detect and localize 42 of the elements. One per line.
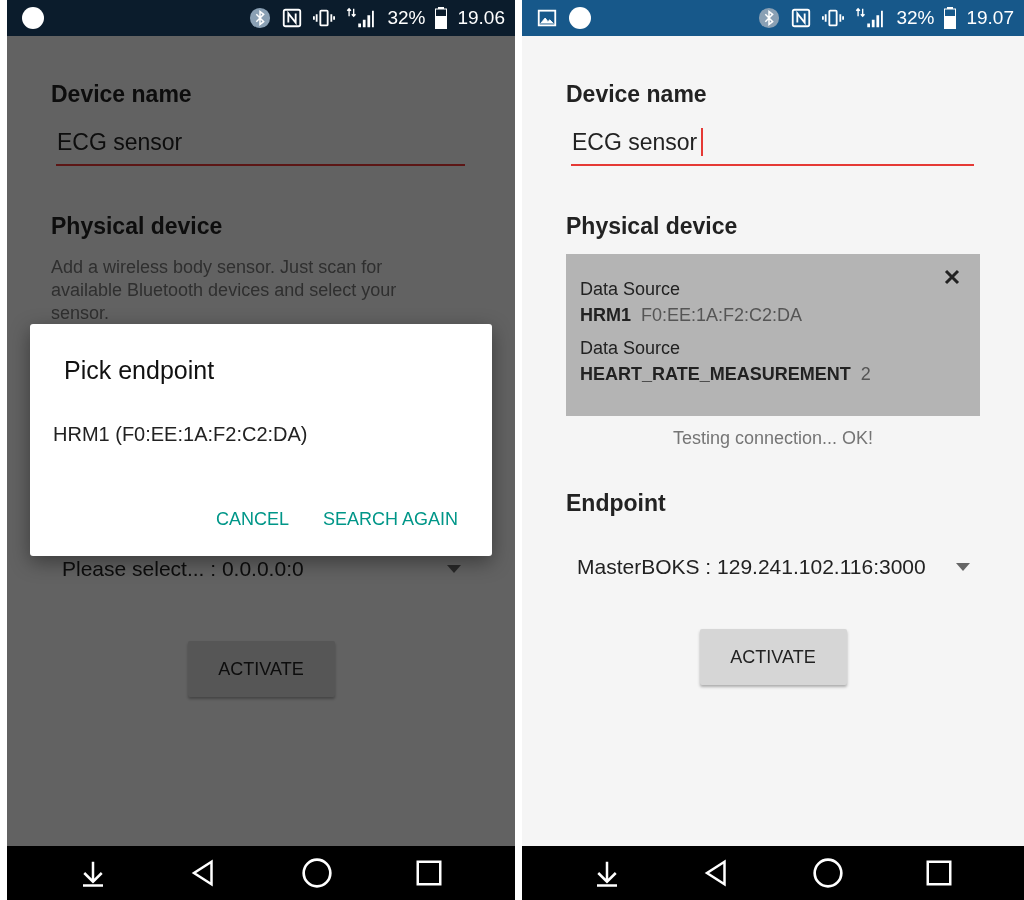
dialog-list-item[interactable]: HRM1 (F0:EE:1A:F2:C2:DA) xyxy=(53,423,458,446)
endpoint-dropdown[interactable]: MasterBOKS : 129.241.102.116:3000 xyxy=(566,555,980,579)
clock-time: 19.06 xyxy=(457,7,505,29)
recents-icon xyxy=(924,858,954,888)
endpoint-dropdown[interactable]: Please select... : 0.0.0.0:0 xyxy=(51,557,471,581)
dialog-title: Pick endpoint xyxy=(64,356,216,385)
circle-icon xyxy=(568,6,592,30)
dropdown-caret-icon xyxy=(447,565,461,573)
activate-button[interactable]: ACTIVATE xyxy=(699,629,847,685)
image-icon xyxy=(536,7,558,29)
nfc-icon xyxy=(281,7,304,29)
battery-icon xyxy=(435,7,448,29)
source-label: Data Source xyxy=(580,337,681,360)
home-icon xyxy=(300,857,333,889)
connection-status: Testing connection... OK! xyxy=(671,428,875,449)
battery-icon xyxy=(944,7,957,29)
vibrate-icon xyxy=(822,7,845,29)
nfc-icon xyxy=(790,7,813,29)
bluetooth-icon xyxy=(249,7,272,29)
field-label: Device name xyxy=(566,80,708,108)
activate-button[interactable]: ACTIVATE xyxy=(187,641,335,697)
vibrate-icon xyxy=(313,7,336,29)
dialog-button[interactable]: SEARCH AGAIN xyxy=(322,509,458,530)
device-name-field[interactable]: ECG sensor xyxy=(56,126,465,166)
section-heading: Endpoint xyxy=(566,489,667,517)
battery-percent: 32% xyxy=(387,7,426,29)
source-label: Data Source xyxy=(580,278,681,301)
source-value: HEART_RATE_MEASUREMENT 2 xyxy=(580,363,872,386)
source-value: HRM1 F0:EE:1A:F2:C2:DA xyxy=(580,304,804,327)
bluetooth-icon xyxy=(758,7,781,29)
battery-percent: 32% xyxy=(896,7,935,29)
device-name-field[interactable]: ECG sensor xyxy=(571,126,974,166)
section-heading: Physical device xyxy=(51,212,224,240)
close-icon[interactable] xyxy=(944,269,960,285)
dialog-button[interactable]: CANCEL xyxy=(215,509,289,530)
home-icon xyxy=(812,857,844,889)
clock-time: 19.07 xyxy=(966,7,1014,29)
section-heading: Physical device xyxy=(566,212,739,240)
dropdown-caret-icon xyxy=(956,563,970,571)
circle-icon xyxy=(21,6,45,30)
recents-icon xyxy=(414,858,445,888)
field-label: Device name xyxy=(51,80,193,108)
